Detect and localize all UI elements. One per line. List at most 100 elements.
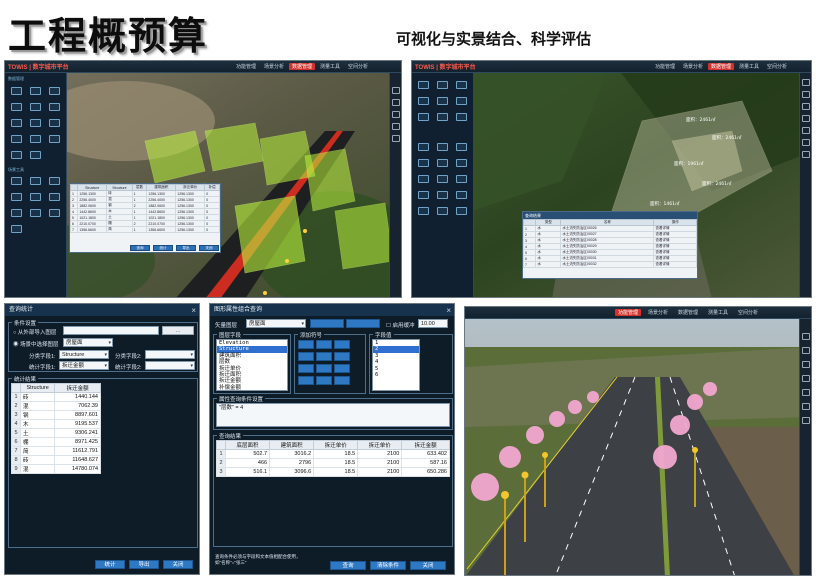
layers-icon[interactable] [392,123,400,130]
tool-icon[interactable] [418,143,429,151]
camera-icon[interactable] [802,127,810,134]
table-row[interactable]: 8 砖 11648.627 [11,455,101,465]
menu-scene-analysis[interactable]: 场景分析 [261,63,287,70]
stat-field2-select[interactable]: ▾ [145,361,195,370]
select-by-shape-button[interactable] [310,319,344,328]
table-row[interactable]: 4 木 9195.537 [11,419,101,429]
buffer-checkbox[interactable]: ☐ 启用缓冲 [386,321,414,329]
menu-measure[interactable]: 测量工具 [736,63,762,70]
menu-scene-analysis[interactable]: 场景分析 [645,309,671,316]
table-row[interactable]: 2 466 2796 18.5 2100 587.16 [216,458,450,468]
tool-icon[interactable] [418,175,429,183]
compass-icon[interactable] [802,361,810,368]
tool-icon[interactable] [437,207,448,215]
tool-icon[interactable] [456,97,467,105]
layers-icon[interactable] [802,115,810,122]
zoom-out-icon[interactable] [802,347,810,354]
tool-icon[interactable] [11,119,22,127]
export-button[interactable]: 导出 [129,560,159,569]
tool-icon[interactable] [49,87,60,95]
table-row[interactable]: 7 简 11612.791 [11,446,101,456]
tool-icon[interactable] [418,191,429,199]
table-row[interactable]: 7 1356.6600 简 1 1356.6600 1256.1300 0 [69,226,220,233]
zoom-out-icon[interactable] [392,99,400,106]
tool-icon[interactable] [418,159,429,167]
tool-icon[interactable] [30,135,41,143]
table-row[interactable]: 2 混 7062.39 [11,401,101,411]
operator-button[interactable] [334,376,350,385]
scene-layer-select[interactable]: 房屋面 ▾ [63,338,113,347]
close-icon[interactable]: × [191,305,196,317]
clear-shape-button[interactable] [346,319,380,328]
settings-icon[interactable] [802,403,810,410]
menu-function[interactable]: 功能管理 [233,63,259,70]
operator-button[interactable] [298,352,314,361]
layer-select[interactable]: 房屋面 ▾ [246,319,306,328]
menu-measure[interactable]: 测量工具 [317,63,343,70]
field-listbox[interactable]: Elevation Structure 建筑面积 层数 拆迁单价 拆迁面积 拆迁金额 补偿金额 [216,339,288,391]
zoom-in-icon[interactable] [802,79,810,86]
tool-icon[interactable] [437,191,448,199]
menu-spatial-analysis[interactable]: 空间分析 [764,63,790,70]
menu-data-manage[interactable]: 数据管理 [675,309,701,316]
query-button[interactable]: 查询 [130,245,150,251]
tool-icon[interactable] [49,135,60,143]
operator-button[interactable] [334,364,350,373]
list-item[interactable]: 补偿金额 [217,385,287,390]
operator-button[interactable] [316,340,332,349]
tool-icon[interactable] [49,119,60,127]
close-button[interactable]: 关闭 [163,560,193,569]
operator-button[interactable] [298,340,314,349]
tool-icon[interactable] [456,191,467,199]
tool-icon[interactable] [456,81,467,89]
browse-button[interactable]: … [162,326,194,335]
settings-icon[interactable] [802,139,810,146]
tool-icon[interactable] [30,151,41,159]
stat-field-select[interactable]: 拆迁金额 ▾ [59,361,109,370]
operator-button[interactable] [298,364,314,373]
zoom-in-icon[interactable] [392,87,400,94]
tool-icon[interactable] [30,103,41,111]
tool-icon[interactable] [456,113,467,121]
operator-button[interactable] [316,352,332,361]
tool-icon[interactable] [437,159,448,167]
tool-icon[interactable] [11,209,22,217]
tool-icon[interactable] [30,209,41,217]
tool-icon[interactable] [456,207,467,215]
export-button[interactable]: 导出 [176,245,196,251]
option-scene-layer[interactable]: ◉ 场景中选择图层 [13,340,59,348]
menu-function[interactable]: 功能管理 [615,309,642,316]
tool-icon[interactable] [30,119,41,127]
tool-icon[interactable] [11,193,22,201]
tool-icon[interactable] [437,81,448,89]
tool-icon[interactable] [418,97,429,105]
fullscreen-icon[interactable] [802,417,810,424]
close-button[interactable]: 关闭 [199,245,219,251]
fullscreen-icon[interactable] [392,135,400,142]
menu-data-manage[interactable]: 数据管理 [289,63,316,70]
table-row[interactable]: 7 水水土流失防治区00032 查看详情 [522,261,697,268]
tool-icon[interactable] [11,87,22,95]
tool-icon[interactable] [11,177,22,185]
close-icon[interactable]: × [446,305,451,317]
stat-button[interactable]: 统计 [95,560,125,569]
tool-icon[interactable] [456,175,467,183]
tool-icon[interactable] [418,113,429,121]
tool-icon[interactable] [49,177,60,185]
tool-icon[interactable] [49,209,60,217]
query-button[interactable]: 查询 [330,561,366,570]
tool-icon[interactable] [11,225,22,233]
zoom-out-icon[interactable] [802,91,810,98]
menu-data-manage[interactable]: 数据管理 [708,63,735,70]
tool-icon[interactable] [11,135,22,143]
table-row[interactable]: 3 钢 8897.601 [11,410,101,420]
tool-icon[interactable] [418,81,429,89]
menu-measure[interactable]: 测量工具 [705,309,731,316]
operator-button[interactable] [334,340,350,349]
tool-icon[interactable] [437,97,448,105]
close-button[interactable]: 关闭 [410,561,446,570]
buffer-distance-input[interactable]: 10.00 [418,319,448,328]
tool-icon[interactable] [456,159,467,167]
tool-icon[interactable] [456,143,467,151]
tool-icon[interactable] [11,103,22,111]
